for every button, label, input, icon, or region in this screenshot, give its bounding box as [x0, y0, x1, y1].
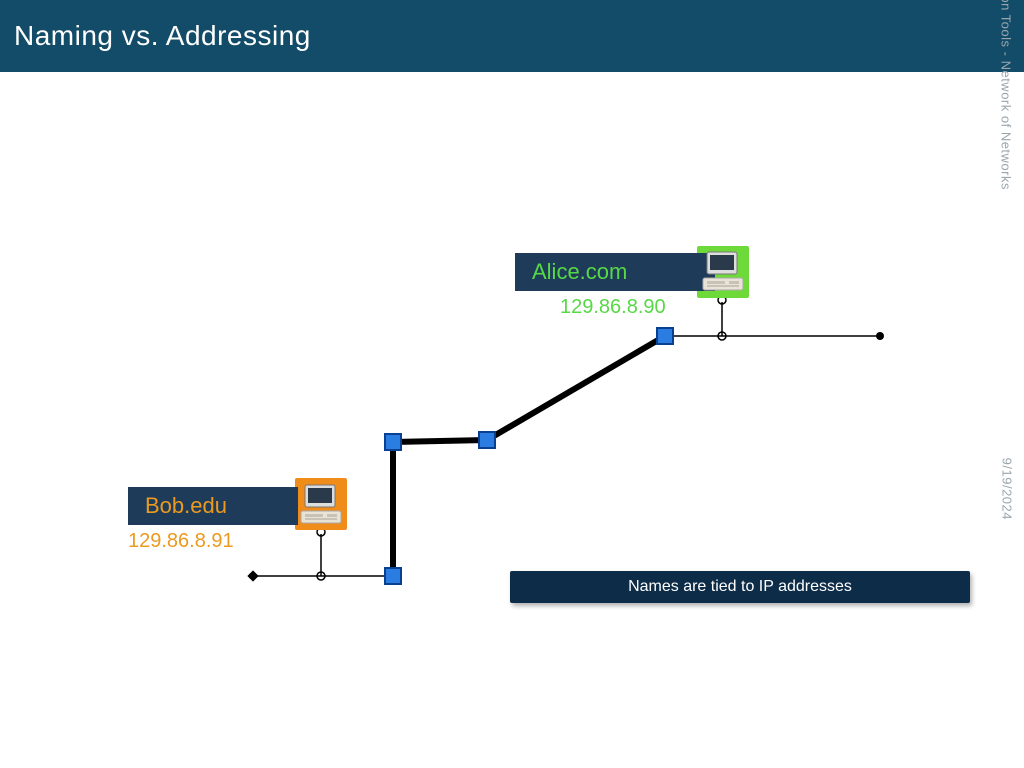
bob-computer-bg: [295, 478, 347, 530]
router-node: [384, 567, 402, 585]
alice-hostname: Alice.com: [532, 259, 627, 285]
bob-hostname: Bob.edu: [145, 493, 227, 519]
router-node: [384, 433, 402, 451]
title-bar: Naming vs. Addressing: [0, 0, 1024, 72]
alice-ip: 129.86.8.90: [560, 296, 666, 319]
bob-host-box: Bob.edu: [128, 487, 298, 525]
slide-title: Naming vs. Addressing: [14, 20, 311, 52]
router-node: [656, 327, 674, 345]
alice-host-box: Alice.com: [515, 253, 715, 291]
router-node: [478, 431, 496, 449]
slide: Naming vs. Addressing Information Tools …: [0, 0, 1024, 768]
bob-ip: 129.86.8.91: [128, 530, 234, 553]
diagram-canvas: Alice.com 129.86.8.90 Bob.edu 129.86.8.9…: [0, 72, 1024, 768]
note-box: Names are tied to IP addresses: [510, 571, 970, 603]
network-lines: [0, 72, 1024, 768]
